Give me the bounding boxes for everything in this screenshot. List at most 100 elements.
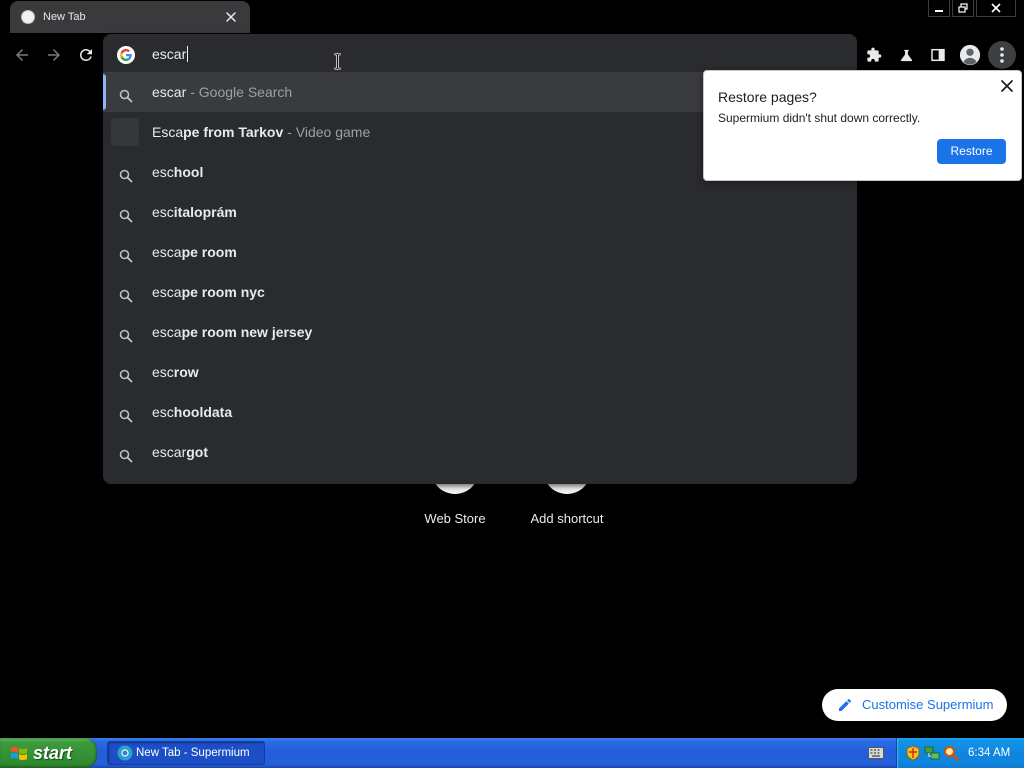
close-tab-icon[interactable] <box>225 11 237 23</box>
minimize-button[interactable] <box>928 0 950 17</box>
suggestion-match: esc <box>152 364 174 380</box>
taskbar-item-label: New Tab - Supermium <box>136 747 250 759</box>
suggestion-row[interactable]: eschooldata <box>103 392 857 432</box>
search-icon <box>119 329 133 343</box>
globe-icon <box>21 10 35 24</box>
suggestion-text: escrow <box>152 363 199 381</box>
entity-thumbnail <box>111 118 139 146</box>
extensions-button[interactable] <box>860 41 888 69</box>
suggestion-row[interactable]: escape room new jersey <box>103 312 857 352</box>
suggestion-match: esca <box>152 244 182 260</box>
suggestion-text: escape room new jersey <box>152 323 312 341</box>
clock: 6:34 AM <box>968 747 1011 759</box>
security-shield-icon[interactable] <box>905 745 921 761</box>
reload-icon <box>77 46 95 64</box>
search-icon <box>119 89 133 103</box>
suggestion-completion: hooldata <box>173 404 233 420</box>
search-icon <box>119 289 133 303</box>
search-icon <box>119 369 133 383</box>
suggestion-match: Esca <box>152 124 184 140</box>
keyboard-icon[interactable] <box>868 747 884 759</box>
search-icon <box>119 169 133 183</box>
tab-new-tab[interactable]: New Tab <box>10 1 250 33</box>
text-cursor-icon <box>333 53 342 70</box>
selection-indicator <box>103 74 106 110</box>
suggestion-text: escape room nyc <box>152 283 265 301</box>
restore-pages-dialog: Restore pages? Supermium didn't shut dow… <box>703 70 1022 181</box>
flask-icon <box>898 47 915 64</box>
tab-title: New Tab <box>43 11 86 23</box>
tab-strip: New Tab <box>0 0 1024 33</box>
network-icon[interactable] <box>924 745 940 761</box>
taskbar: start New Tab - Supermium 6:34 AM <box>0 738 1024 768</box>
shortcut-label-add-shortcut[interactable]: Add shortcut <box>507 511 627 527</box>
side-panel-button[interactable] <box>924 41 952 69</box>
reload-button[interactable] <box>72 41 100 69</box>
suggestion-match: escar <box>152 444 187 460</box>
suggestion-match: esc <box>152 404 174 420</box>
suggestion-completion: italoprám <box>173 204 237 220</box>
search-icon <box>119 209 133 223</box>
suggestion-completion: pe room <box>181 244 237 260</box>
suggestion-text: escape room <box>152 243 237 261</box>
arrow-right-icon <box>45 46 63 64</box>
system-tray: 6:34 AM <box>896 738 1024 768</box>
restore-button[interactable]: Restore <box>937 139 1006 164</box>
profile-avatar-icon <box>959 44 981 66</box>
suggestion-row[interactable]: escitaloprám <box>103 192 857 232</box>
supermium-icon <box>117 745 133 761</box>
suggestion-completion: got <box>186 444 208 460</box>
restore-window-button[interactable] <box>952 0 974 17</box>
dialog-title: Restore pages? <box>718 89 817 105</box>
suggestion-completion: pe room new jersey <box>181 324 313 340</box>
suggestion-row[interactable]: escape room nyc <box>103 272 857 312</box>
google-g-icon <box>117 46 135 64</box>
suggestion-text: escitaloprám <box>152 203 237 221</box>
close-icon <box>991 3 1001 13</box>
suggestion-match: esc <box>152 204 174 220</box>
suggestion-completion: hool <box>173 164 204 180</box>
search-icon <box>119 249 133 263</box>
kebab-menu-icon <box>1000 47 1004 63</box>
shortcut-label-web-store[interactable]: Web Store <box>395 511 515 527</box>
suggestion-match: esc <box>152 164 174 180</box>
suggestion-text: escar - Google Search <box>152 83 292 101</box>
profile-button[interactable] <box>956 41 984 69</box>
suggestion-match: esca <box>152 284 182 300</box>
omnibox-value: escar <box>152 46 187 62</box>
forward-button[interactable] <box>40 41 68 69</box>
suggestion-description: - Google Search <box>190 84 293 100</box>
suggestion-completion: pe room nyc <box>181 284 265 300</box>
close-window-button[interactable] <box>976 0 1016 17</box>
customise-button[interactable]: Customise Supermium <box>822 689 1007 721</box>
suggestion-text: eschool <box>152 163 203 181</box>
windows-logo-icon <box>10 745 28 762</box>
suggestion-row[interactable]: escrow <box>103 352 857 392</box>
arrow-left-icon <box>13 46 31 64</box>
restore-icon <box>958 3 968 13</box>
puzzle-icon <box>866 47 882 63</box>
suggestion-completion: pe from Tarkov <box>183 124 284 140</box>
omnibox-input[interactable]: escar <box>152 46 189 63</box>
window-controls <box>928 0 1016 18</box>
suggestion-row[interactable]: escargot <box>103 432 857 472</box>
taskbar-item-supermium[interactable]: New Tab - Supermium <box>107 741 265 765</box>
search-icon[interactable] <box>943 745 959 761</box>
start-button[interactable]: start <box>0 738 97 768</box>
labs-button[interactable] <box>892 41 920 69</box>
close-icon[interactable] <box>1000 79 1014 93</box>
start-label: start <box>33 743 73 763</box>
back-button[interactable] <box>8 41 36 69</box>
dialog-message: Supermium didn't shut down correctly. <box>718 111 921 125</box>
menu-button[interactable] <box>988 41 1016 69</box>
suggestion-text: escargot <box>152 443 208 461</box>
suggestion-match: esca <box>152 324 182 340</box>
suggestion-completion: row <box>173 364 199 380</box>
suggestion-description: - Video game <box>287 124 371 140</box>
search-icon <box>119 449 133 463</box>
suggestion-match: escar <box>152 84 187 100</box>
customise-label: Customise Supermium <box>862 697 994 712</box>
minimize-icon <box>934 3 944 13</box>
pencil-icon <box>837 697 853 713</box>
suggestion-row[interactable]: escape room <box>103 232 857 272</box>
